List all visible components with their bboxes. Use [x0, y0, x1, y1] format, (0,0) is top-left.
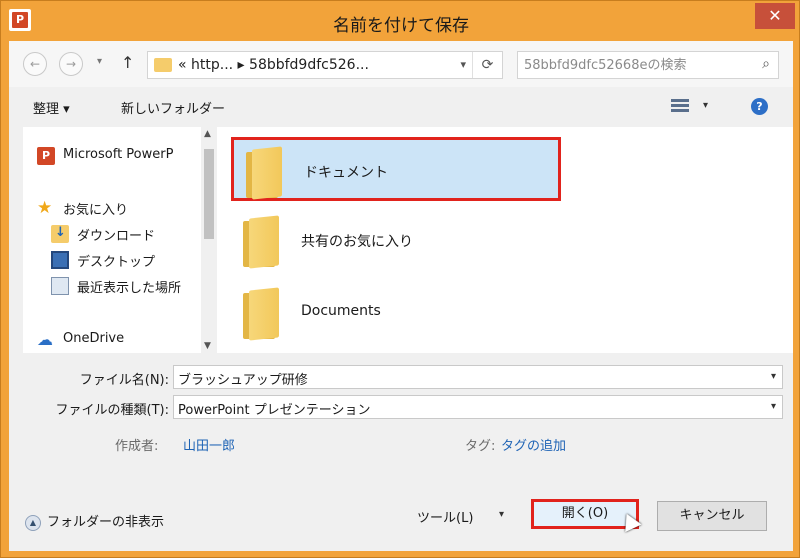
recent-places-icon	[51, 277, 69, 295]
sidebar-item-onedrive[interactable]: ☁ OneDrive	[23, 329, 201, 351]
command-toolbar: 整理 ▾ 新しいフォルダー ▾ ?	[9, 87, 793, 127]
scroll-up-icon[interactable]: ▲	[204, 129, 211, 139]
address-dropdown-icon[interactable]: ▾	[460, 58, 466, 71]
cloud-icon: ☁	[37, 330, 53, 349]
download-folder-icon	[51, 225, 69, 243]
filename-field[interactable]: ブラッシュアップ研修 ▾	[173, 365, 783, 389]
folder-icon	[246, 146, 286, 200]
sidebar-item-label: Microsoft PowerP	[63, 147, 174, 162]
forward-button[interactable]: →	[59, 52, 83, 76]
folder-icon	[243, 215, 283, 269]
cancel-button[interactable]: キャンセル	[657, 501, 767, 531]
sidebar-item-downloads[interactable]: ダウンロード	[23, 223, 201, 245]
save-form: ファイル名(N): ブラッシュアップ研修 ▾ ファイルの種類(T): Power…	[9, 353, 793, 463]
dialog-body: ← → ▾ ↑ « http... ▸ 58bbfd9dfc526... ▾ ⟳…	[9, 41, 793, 551]
new-folder-button[interactable]: 新しいフォルダー	[121, 98, 225, 117]
address-bar[interactable]: « http... ▸ 58bbfd9dfc526... ▾ ⟳	[147, 51, 503, 79]
chevron-down-icon[interactable]: ▾	[771, 371, 776, 382]
title-bar[interactable]: P 名前を付けて保存 ✕	[1, 1, 800, 41]
powerpoint-icon: P	[37, 147, 55, 165]
sidebar-item-desktop[interactable]: デスクトップ	[23, 249, 201, 271]
sidebar-item-label: 最近表示した場所	[77, 281, 182, 296]
change-view-icon[interactable]	[671, 99, 689, 115]
author-label: 作成者:	[115, 439, 159, 454]
sidebar-item-powerpoint[interactable]: P Microsoft PowerP	[23, 145, 201, 167]
folder-icon	[243, 287, 283, 341]
filetype-select[interactable]: PowerPoint プレゼンテーション ▾	[173, 395, 783, 419]
chevron-down-icon[interactable]: ▾	[771, 401, 776, 412]
hide-folders-toggle[interactable]: ▲ フォルダーの非表示	[25, 511, 164, 531]
sidebar-item-label: ダウンロード	[77, 229, 156, 244]
sidebar-item-label: お気に入り	[63, 203, 129, 218]
navigation-bar: ← → ▾ ↑ « http... ▸ 58bbfd9dfc526... ▾ ⟳…	[9, 41, 793, 87]
dialog-footer: ▲ フォルダーの非表示 ツール(L) ▾ 開く(O) キャンセル	[9, 463, 793, 551]
navigation-pane: P Microsoft PowerP ★ お気に入り ダウンロード デスクトップ…	[23, 127, 201, 353]
up-folder-button[interactable]: ↑	[121, 53, 134, 72]
sidebar-item-favorites[interactable]: ★ お気に入り	[23, 197, 201, 219]
address-path: « http... ▸ 58bbfd9dfc526...	[178, 57, 369, 73]
sidebar-item-recent-places[interactable]: 最近表示した場所	[23, 275, 201, 297]
list-item[interactable]: Documents	[231, 281, 561, 345]
tools-menu[interactable]: ツール(L)	[417, 507, 473, 526]
scrollbar-thumb[interactable]	[204, 149, 214, 239]
file-name: ドキュメント	[304, 165, 388, 181]
search-box[interactable]: ⌕	[517, 51, 779, 79]
tools-chevron-icon[interactable]: ▾	[499, 509, 504, 520]
tags-label: タグ:	[465, 439, 496, 454]
author-value[interactable]: 山田一郎	[183, 435, 235, 454]
sidebar-item-label: OneDrive	[63, 331, 125, 346]
star-icon: ★	[37, 198, 53, 218]
hide-folders-label: フォルダーの非表示	[47, 515, 165, 530]
close-button[interactable]: ✕	[755, 3, 795, 29]
dialog-title: 名前を付けて保存	[333, 16, 469, 36]
save-as-dialog: P 名前を付けて保存 ✕ ← → ▾ ↑ « http... ▸ 58bbfd9…	[0, 0, 800, 558]
search-icon[interactable]: ⌕	[762, 56, 770, 72]
list-item[interactable]: 共有のお気に入り	[231, 209, 561, 273]
filename-label: ファイル名(N):	[79, 373, 169, 388]
file-list: ドキュメント 共有のお気に入り Documents	[217, 127, 793, 353]
refresh-icon[interactable]: ⟳	[472, 52, 502, 78]
navigation-pane-scrollbar[interactable]: ▲ ▼	[201, 127, 217, 353]
filetype-value: PowerPoint プレゼンテーション	[178, 403, 371, 418]
filetype-label: ファイルの種類(T):	[55, 403, 169, 418]
recent-locations-chevron-icon[interactable]: ▾	[97, 56, 102, 67]
add-tag-link[interactable]: タグの追加	[501, 435, 566, 454]
view-options-chevron-icon[interactable]: ▾	[703, 100, 708, 111]
folder-icon	[154, 58, 172, 72]
scroll-down-icon[interactable]: ▼	[204, 341, 211, 351]
back-button[interactable]: ←	[23, 52, 47, 76]
list-item[interactable]: ドキュメント	[231, 137, 561, 201]
file-name: Documents	[301, 303, 381, 319]
filename-value: ブラッシュアップ研修	[178, 373, 308, 388]
organize-button[interactable]: 整理 ▾	[33, 98, 70, 117]
desktop-icon	[51, 251, 69, 269]
help-icon[interactable]: ?	[751, 98, 768, 115]
chevron-up-icon: ▲	[25, 514, 41, 531]
search-input[interactable]	[524, 56, 744, 74]
sidebar-item-label: デスクトップ	[77, 255, 156, 270]
file-name: 共有のお気に入り	[301, 234, 413, 250]
